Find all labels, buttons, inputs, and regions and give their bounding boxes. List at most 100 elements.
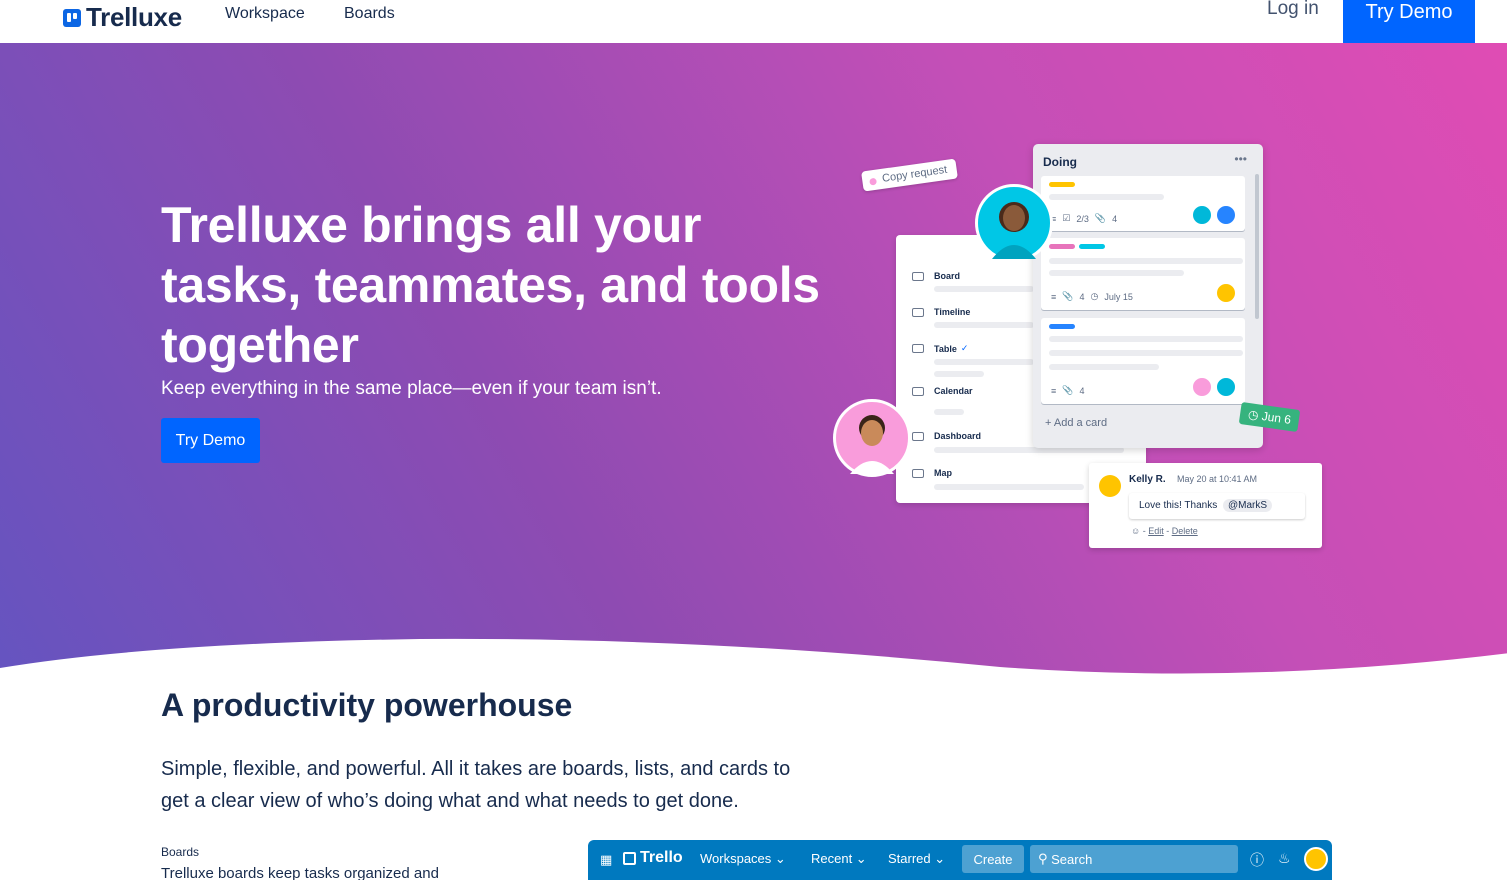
placeholder-line [934,286,1034,292]
map-pin-icon [912,468,924,478]
list-menu-icon: ••• [1234,152,1247,166]
view-label: Board [934,271,961,281]
comment-avatar [1099,475,1121,497]
placeholder-line [934,359,1034,365]
check-icon: ✓ [960,343,969,353]
timeline-icon [912,307,924,317]
view-item-board: Board [912,271,960,281]
table-icon [912,344,924,353]
comment-text: Love this! Thanks [1139,500,1218,511]
app-menu-recent: Recent ⌄ [811,851,867,866]
member-avatar [1215,282,1237,304]
view-item-map: Map [912,468,952,478]
view-label: Dashboard [934,431,982,441]
due-date-tag-label: Jun 6 [1260,408,1292,427]
view-item-dashboard: Dashboard [912,431,981,441]
clock-icon: ◷ [1090,291,1099,301]
view-label: Calendar [934,386,973,396]
comment-actions: ☺ - Edit - Delete [1131,526,1198,536]
attachment-icon: 📎 [1062,291,1074,301]
attachment-count: 4 [1079,385,1085,396]
placeholder-line [1049,194,1164,200]
view-item-calendar: Calendar [912,386,973,396]
hero-section: Trelluxe brings all your tasks, teammate… [0,43,1510,683]
info-icon: ⓘ [1250,852,1264,868]
member-avatar [1215,376,1237,398]
avatar-man [833,399,911,477]
placeholder-line [1049,364,1159,370]
doing-list: Doing ••• ≡ ☑ 2/3 📎 4 ≡ 📎 4 ◷ July 15 ≡ … [1033,144,1263,448]
app-search-box: ⚲ Search [1030,845,1238,873]
member-avatar [1191,376,1213,398]
view-label: Table [934,343,957,354]
card-label-blue [1049,324,1075,329]
task-card: ≡ 📎 4 [1041,318,1245,404]
trello-logo-icon [623,851,636,865]
brand-name: Trelluxe [86,2,182,32]
view-item-table: Table ✓ [912,343,968,354]
apps-grid-icon: ▦ [600,852,613,867]
member-avatar [1191,204,1213,226]
description-icon: ≡ [1051,291,1057,302]
app-user-avatar [1304,847,1328,871]
feature-title[interactable]: Boards [161,845,199,859]
placeholder-line [1049,336,1243,342]
card-badges: ≡ 📎 4 [1051,385,1085,396]
dashboard-icon [912,431,924,441]
hero-try-demo-button[interactable]: Try Demo [161,418,260,463]
calendar-icon [912,386,924,396]
placeholder-line [1049,270,1184,276]
due-date: July 15 [1104,291,1133,302]
view-label: Timeline [934,307,971,317]
nav-try-demo-button[interactable]: Try Demo [1343,0,1475,43]
placeholder-line [934,371,984,377]
top-nav: Trelluxe Workspace Boards Log in Try Dem… [0,0,1510,43]
person-icon [992,202,1036,259]
hero-illustration: Copy request Board Timeline Table ✓ Calen… [830,138,1330,558]
search-icon: ⚲ [1038,851,1052,866]
task-card: ≡ 📎 4 ◷ July 15 [1041,238,1245,310]
comment-delete-link: Delete [1171,526,1198,536]
copy-request-tag: Copy request [861,158,959,192]
card-badges: ≡ ☑ 2/3 📎 4 [1051,213,1117,224]
feature-text: Trelluxe boards keep tasks organized and [161,865,439,880]
app-logo-text: Trello [640,849,683,866]
nav-link-workspace[interactable]: Workspace [225,5,305,23]
card-label-yellow [1049,182,1075,187]
description-icon: ≡ [1051,385,1057,396]
app-create-button: Create [962,845,1024,873]
task-card: ≡ ☑ 2/3 📎 4 [1041,176,1245,231]
view-item-timeline: Timeline [912,307,970,317]
brand-logo[interactable]: Trelluxe [63,2,182,33]
hero-subtitle: Keep everything in the same place—even i… [161,378,662,399]
comment-author: Kelly R. [1129,474,1166,485]
placeholder-line [1049,258,1243,264]
attachment-icon: 📎 [1094,213,1107,223]
checklist-icon: ☑ [1062,213,1071,223]
placeholder-line [934,322,1034,328]
member-avatar [1215,204,1237,226]
section-text: Simple, flexible, and powerful. All it t… [161,758,791,812]
checklist-count: 2/3 [1076,213,1089,224]
login-link[interactable]: Log in [1267,0,1319,20]
placeholder-line [934,409,964,415]
placeholder-line [934,484,1084,490]
section-title: A productivity powerhouse [161,687,573,723]
search-placeholder: Search [1051,851,1093,867]
comment-card: Kelly R. May 20 at 10:41 AM Love this! T… [1089,463,1322,548]
comment-mention: @MarkS [1222,499,1273,512]
card-label-pink [1049,244,1075,249]
list-title: Doing [1043,155,1077,169]
attachment-count: 4 [1079,291,1085,302]
trelluxe-logo-icon [63,8,81,27]
add-card-button: + Add a card [1045,417,1108,429]
app-menu-starred: Starred ⌄ [888,851,946,866]
placeholder-line [1049,350,1243,356]
app-menu-workspaces: Workspaces ⌄ [700,851,786,866]
attachment-icon: 📎 [1062,385,1074,395]
app-logo: Trello [623,849,683,867]
card-label-cyan [1079,244,1105,249]
nav-link-boards[interactable]: Boards [344,5,395,23]
app-preview-header: ▦ Trello Workspaces ⌄ Recent ⌄ Starred ⌄… [588,840,1332,880]
comment-edit-link: Edit [1148,526,1164,536]
